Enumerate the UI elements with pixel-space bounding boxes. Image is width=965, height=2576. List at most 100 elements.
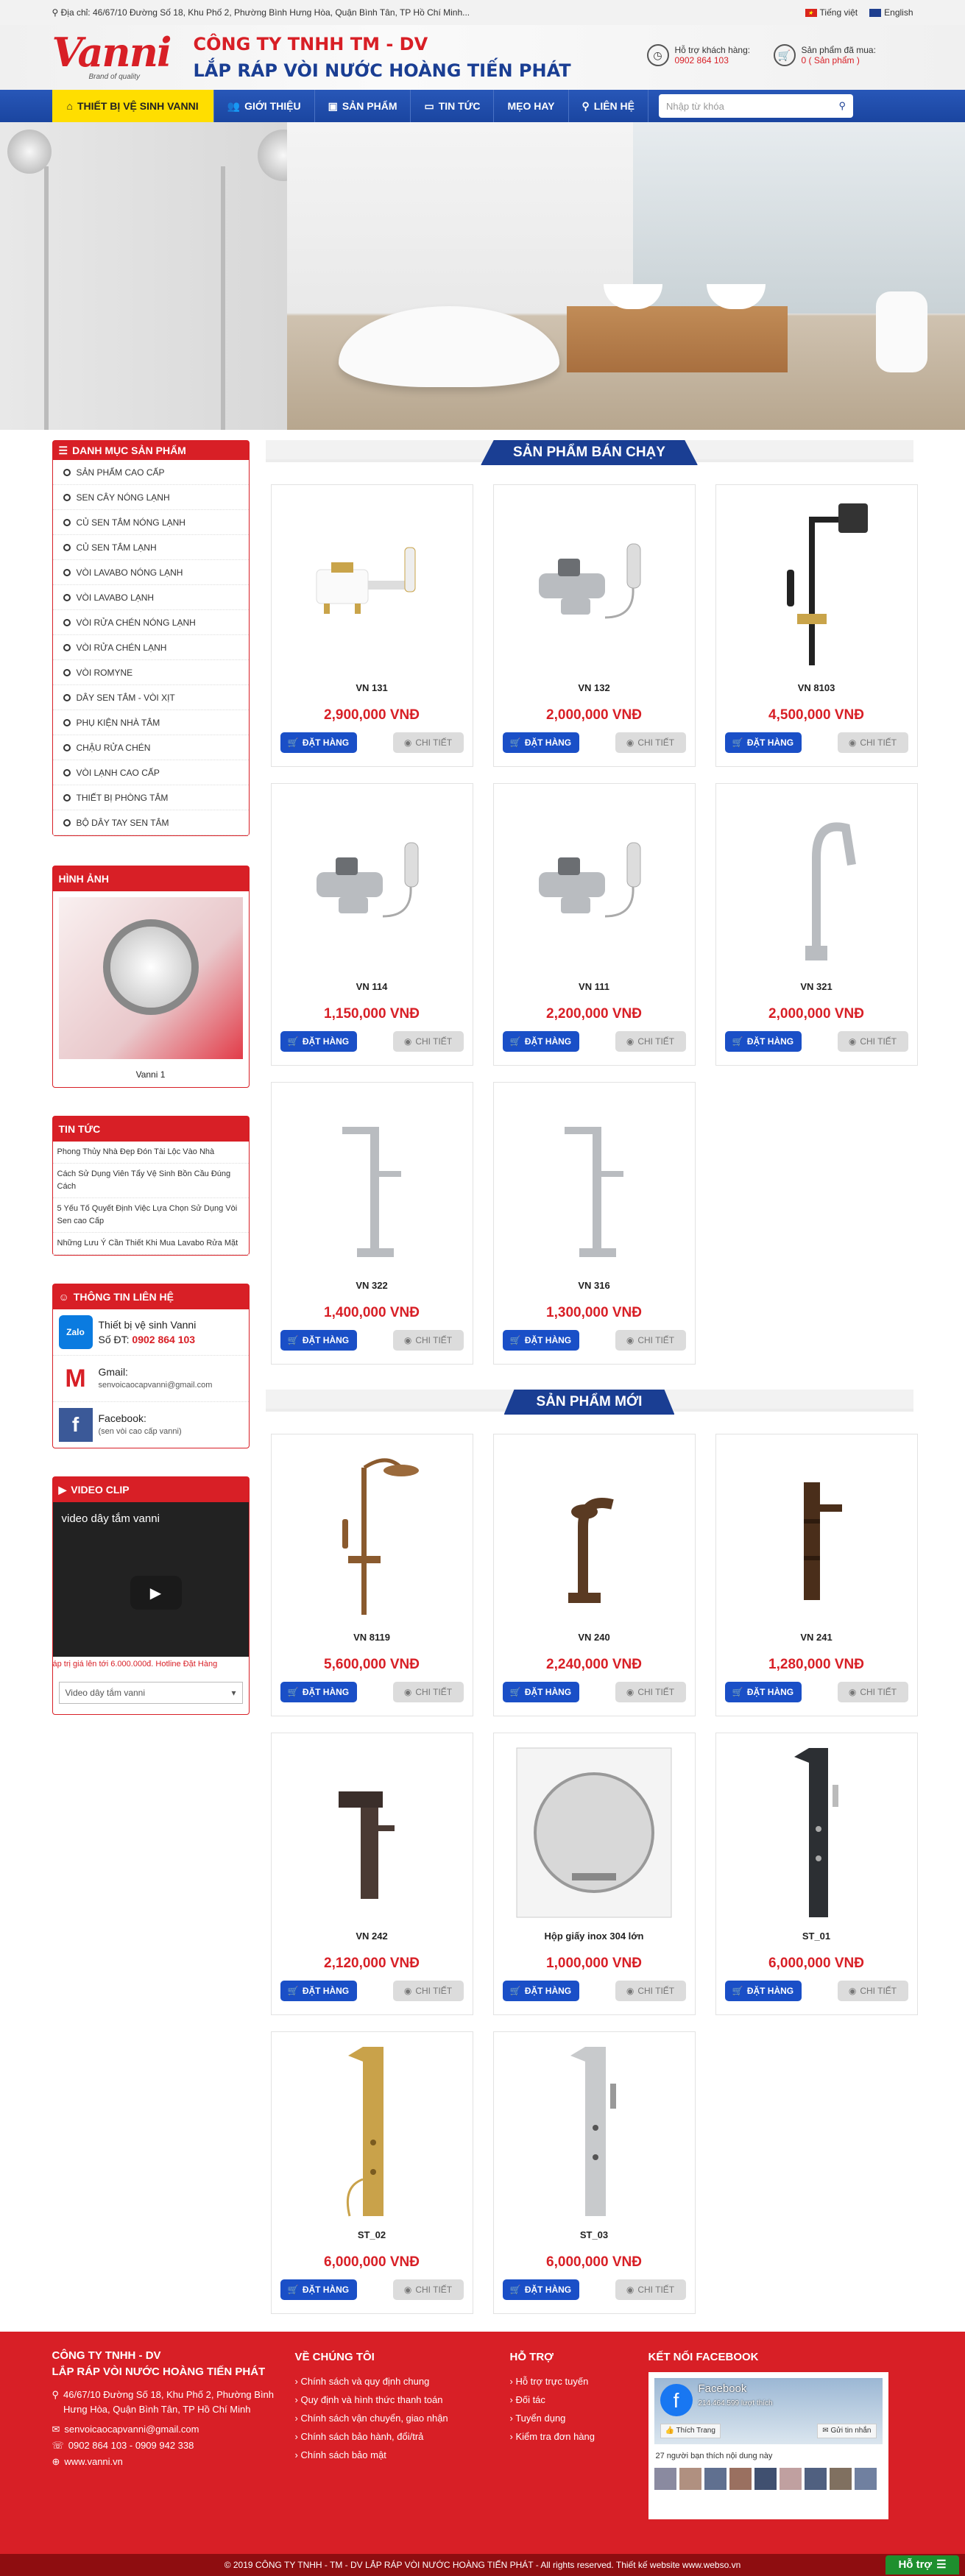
product-image[interactable]: [725, 791, 908, 975]
footer-link[interactable]: › Chính sách bảo mật: [295, 2446, 510, 2464]
news-item[interactable]: Cách Sử Dụng Viên Tẩy Vệ Sinh Bồn Cầu Đú…: [52, 1164, 249, 1198]
gallery-image[interactable]: [58, 897, 243, 1059]
detail-button[interactable]: ◉ CHI TIẾT: [392, 1682, 464, 1702]
footer-link[interactable]: › Quy định và hình thức thanh toán: [295, 2391, 510, 2409]
category-item[interactable]: DÂY SEN TẮM - VÒI XỊT: [52, 685, 249, 710]
product-card[interactable]: ST_03 6,000,000 VNĐ 🛒 ĐẶT HÀNG ◉ CHI TIẾT: [492, 2031, 696, 2314]
category-item[interactable]: CHẬU RỬA CHÉN: [52, 735, 249, 760]
product-card[interactable]: VN 240 2,240,000 VNĐ 🛒 ĐẶT HÀNG ◉ CHI TIẾT: [492, 1434, 696, 1716]
product-name[interactable]: ST_03: [494, 2229, 695, 2240]
category-item[interactable]: VÒI ROMYNE: [52, 660, 249, 685]
product-name[interactable]: VN 8103: [716, 682, 917, 693]
detail-button[interactable]: ◉ CHI TIẾT: [615, 732, 686, 753]
video-player[interactable]: video dây tắm vanni ▶ áp trị giá lên tới…: [52, 1502, 249, 1671]
news-item[interactable]: Phong Thủy Nhà Đẹp Đón Tài Lộc Vào Nhà: [52, 1142, 249, 1164]
product-card[interactable]: VN 316 1,300,000 VNĐ 🛒 ĐẶT HÀNG ◉ CHI TIẾT: [492, 1082, 696, 1365]
order-button[interactable]: 🛒 ĐẶT HÀNG: [502, 2279, 579, 2300]
product-name[interactable]: ST_02: [272, 2229, 473, 2240]
support-phone[interactable]: 0902 864 103: [675, 55, 729, 66]
detail-button[interactable]: ◉ CHI TIẾT: [837, 1981, 908, 2001]
product-card[interactable]: VN 241 1,280,000 VNĐ 🛒 ĐẶT HÀNG ◉ CHI TIẾT: [715, 1434, 918, 1716]
product-card[interactable]: VN 131 2,900,000 VNĐ 🛒 ĐẶT HÀNG ◉ CHI TIẾT: [270, 484, 473, 767]
nav-item-news[interactable]: ▭ TIN TỨC: [411, 90, 495, 122]
product-image[interactable]: [725, 1442, 908, 1626]
news-item[interactable]: 5 Yếu Tố Quyết Định Việc Lựa Chọn Sử Dụn…: [52, 1198, 249, 1233]
nav-item-home[interactable]: ⌂ THIẾT BỊ VỆ SINH VANNI: [52, 90, 214, 122]
detail-button[interactable]: ◉ CHI TIẾT: [837, 732, 908, 753]
product-image[interactable]: [280, 1090, 464, 1274]
category-item[interactable]: PHỤ KIỆN NHÀ TẮM: [52, 710, 249, 735]
product-card[interactable]: VN 8119 5,600,000 VNĐ 🛒 ĐẶT HÀNG ◉ CHI TIẾT: [270, 1434, 473, 1716]
detail-button[interactable]: ◉ CHI TIẾT: [615, 1330, 686, 1351]
detail-button[interactable]: ◉ CHI TIẾT: [615, 2279, 686, 2300]
nav-item-contact[interactable]: ⚲ LIÊN HỆ: [569, 90, 648, 122]
send-message-button[interactable]: ✉ Gửi tin nhắn: [817, 2424, 877, 2438]
product-name[interactable]: VN 111: [494, 981, 695, 992]
footer-link[interactable]: › Tuyển dụng: [510, 2409, 648, 2427]
product-image[interactable]: [503, 791, 686, 975]
nav-item-tips[interactable]: MẸO HAY: [494, 90, 569, 122]
order-button[interactable]: 🛒 ĐẶT HÀNG: [502, 1330, 579, 1351]
support-button[interactable]: Hỗ trợ ☰: [886, 2555, 959, 2575]
detail-button[interactable]: ◉ CHI TIẾT: [392, 1330, 464, 1351]
order-button[interactable]: 🛒 ĐẶT HÀNG: [724, 1031, 802, 1052]
product-card[interactable]: VN 322 1,400,000 VNĐ 🛒 ĐẶT HÀNG ◉ CHI TIẾT: [270, 1082, 473, 1365]
nav-item-products[interactable]: ▣ SẢN PHẨM: [315, 90, 411, 122]
footer-link[interactable]: › Hỗ trợ trực tuyến: [510, 2372, 648, 2391]
footer-link[interactable]: › Chính sách vận chuyển, giao nhận: [295, 2409, 510, 2427]
product-image[interactable]: [280, 1741, 464, 1925]
order-button[interactable]: 🛒 ĐẶT HÀNG: [280, 1330, 357, 1351]
category-item[interactable]: SEN CÂY NÓNG LẠNH: [52, 485, 249, 510]
logo[interactable]: Vanni Brand of quality: [52, 32, 176, 83]
detail-button[interactable]: ◉ CHI TIẾT: [837, 1031, 908, 1052]
nav-item-about[interactable]: 👥 GIỚI THIỆU: [214, 90, 315, 122]
order-button[interactable]: 🛒 ĐẶT HÀNG: [280, 732, 357, 753]
product-card[interactable]: VN 132 2,000,000 VNĐ 🛒 ĐẶT HÀNG ◉ CHI TIẾT: [492, 484, 696, 767]
category-item[interactable]: VÒI RỬA CHÉN LẠNH: [52, 635, 249, 660]
product-name[interactable]: Hộp giấy inox 304 lớn: [494, 1931, 695, 1942]
product-image[interactable]: [725, 1741, 908, 1925]
product-name[interactable]: VN 8119: [272, 1632, 473, 1643]
product-name[interactable]: ST_01: [716, 1931, 917, 1942]
zalo-contact[interactable]: Zalo Thiết bị vệ sinh Vanni Số ĐT: 0902 8…: [52, 1309, 249, 1356]
order-button[interactable]: 🛒 ĐẶT HÀNG: [502, 1031, 579, 1052]
category-item[interactable]: CỦ SEN TẮM NÓNG LẠNH: [52, 510, 249, 535]
product-image[interactable]: [503, 492, 686, 676]
category-item[interactable]: VÒI LAVABO NÓNG LẠNH: [52, 560, 249, 585]
product-card[interactable]: VN 242 2,120,000 VNĐ 🛒 ĐẶT HÀNG ◉ CHI TIẾT: [270, 1733, 473, 2015]
category-item[interactable]: SẢN PHẨM CAO CẤP: [52, 460, 249, 485]
category-item[interactable]: VÒI LAVABO LẠNH: [52, 585, 249, 610]
product-name[interactable]: VN 241: [716, 1632, 917, 1643]
footer-link[interactable]: › Đối tác: [510, 2391, 648, 2409]
search-input[interactable]: Nhập từ khóa ⚲: [659, 94, 853, 118]
product-image[interactable]: [280, 2039, 464, 2223]
product-card[interactable]: VN 8103 4,500,000 VNĐ 🛒 ĐẶT HÀNG ◉ CHI TIẾT: [715, 484, 918, 767]
product-name[interactable]: VN 114: [272, 981, 473, 992]
order-button[interactable]: 🛒 ĐẶT HÀNG: [724, 1981, 802, 2001]
play-icon[interactable]: ▶: [130, 1576, 182, 1610]
order-button[interactable]: 🛒 ĐẶT HÀNG: [502, 1981, 579, 2001]
product-image[interactable]: [503, 1741, 686, 1925]
detail-button[interactable]: ◉ CHI TIẾT: [615, 1981, 686, 2001]
product-name[interactable]: VN 132: [494, 682, 695, 693]
order-button[interactable]: 🛒 ĐẶT HÀNG: [724, 732, 802, 753]
detail-button[interactable]: ◉ CHI TIẾT: [392, 1981, 464, 2001]
product-card[interactable]: VN 321 2,000,000 VNĐ 🛒 ĐẶT HÀNG ◉ CHI TIẾT: [715, 783, 918, 1066]
product-image[interactable]: [280, 492, 464, 676]
order-button[interactable]: 🛒 ĐẶT HÀNG: [502, 732, 579, 753]
order-button[interactable]: 🛒 ĐẶT HÀNG: [280, 2279, 357, 2300]
footer-link[interactable]: › Kiểm tra đơn hàng: [510, 2427, 648, 2446]
detail-button[interactable]: ◉ CHI TIẾT: [392, 732, 464, 753]
category-item[interactable]: CỦ SEN TẮM LẠNH: [52, 535, 249, 560]
category-item[interactable]: BỘ DÂY TAY SEN TẮM: [52, 810, 249, 835]
footer-link[interactable]: › Chính sách và quy định chung: [295, 2372, 510, 2391]
like-page-button[interactable]: 👍 Thích Trang: [660, 2424, 721, 2438]
category-item[interactable]: THIẾT BỊ PHÒNG TẮM: [52, 785, 249, 810]
detail-button[interactable]: ◉ CHI TIẾT: [392, 1031, 464, 1052]
order-button[interactable]: 🛒 ĐẶT HÀNG: [502, 1682, 579, 1702]
cart-info[interactable]: 🛒 Sản phẩm đã mua: 0 ( Sản phẩm ): [773, 44, 876, 66]
detail-button[interactable]: ◉ CHI TIẾT: [615, 1682, 686, 1702]
product-image[interactable]: [503, 2039, 686, 2223]
product-image[interactable]: [280, 1442, 464, 1626]
lang-en-link[interactable]: English: [869, 7, 913, 18]
